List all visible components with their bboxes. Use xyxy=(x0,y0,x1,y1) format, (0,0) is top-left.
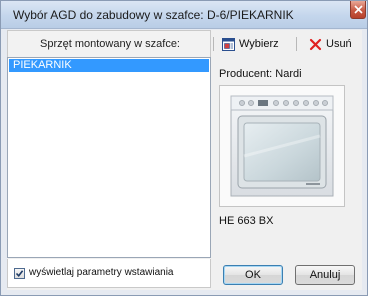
window-title: Wybór AGD do zabudowy w szafce: D-6/PIEK… xyxy=(13,8,294,22)
show-params-label: wyświetlaj parametry wstawiania xyxy=(29,267,174,278)
appliance-image xyxy=(219,85,345,207)
remove-button-label: Usuń xyxy=(326,38,352,50)
show-params-checkbox[interactable] xyxy=(14,268,25,279)
select-button-label: Wybierz xyxy=(239,38,279,50)
model-label: HE 663 BX xyxy=(219,215,274,227)
toolbar: Wybierz Usuń xyxy=(212,30,362,58)
equipment-list-title: Sprzęt montowany w szafce: xyxy=(39,38,180,50)
remove-x-icon xyxy=(309,38,322,50)
toolbar-separator xyxy=(296,37,297,51)
title-bar: Wybór AGD do zabudowy w szafce: D-6/PIEK… xyxy=(1,1,367,29)
list-item[interactable]: PIEKARNIK xyxy=(9,59,209,72)
checkmark-icon xyxy=(15,270,24,278)
equipment-list[interactable]: PIEKARNIK xyxy=(7,57,211,258)
dialog-content: Sprzęt montowany w szafce: PIEKARNIK wyś… xyxy=(7,30,362,290)
toolbar-separator xyxy=(213,37,214,51)
select-button[interactable]: Wybierz xyxy=(222,35,279,53)
oven-image xyxy=(230,95,334,197)
cancel-button[interactable]: Anuluj xyxy=(295,265,355,285)
equipment-list-header: Sprzęt montowany w szafce: xyxy=(7,30,211,58)
params-option-bar: wyświetlaj parametry wstawiania xyxy=(7,259,211,288)
ok-button[interactable]: OK xyxy=(223,265,283,285)
close-icon xyxy=(354,5,363,14)
dialog-window: Wybór AGD do zabudowy w szafce: D-6/PIEK… xyxy=(0,0,368,296)
producer-label: Producent: Nardi xyxy=(219,68,302,80)
remove-button[interactable]: Usuń xyxy=(309,35,352,53)
close-button[interactable] xyxy=(350,1,366,19)
select-document-icon xyxy=(222,37,235,51)
